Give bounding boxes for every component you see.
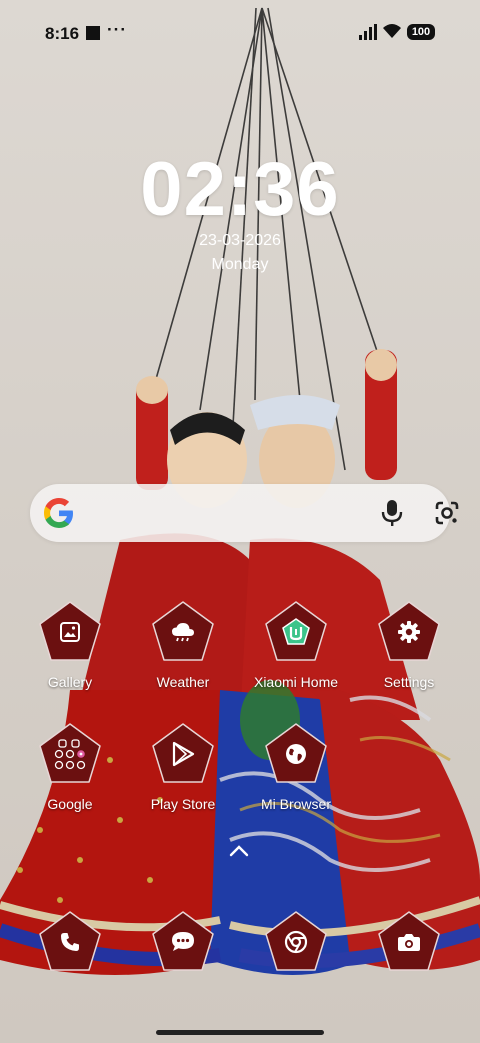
app-label: Xiaomi Home xyxy=(253,674,339,690)
dock-chrome[interactable] xyxy=(246,910,346,974)
weather-icon xyxy=(172,623,194,642)
app-xiaomi-home[interactable]: Xiaomi Home xyxy=(246,600,346,690)
app-label: Settings xyxy=(383,674,435,690)
wifi-icon xyxy=(383,24,401,38)
more-notifications-icon: ··· xyxy=(107,20,127,39)
app-label: Gallery xyxy=(47,674,93,690)
app-label: Weather xyxy=(156,674,210,690)
status-time: 8:16 xyxy=(45,24,80,43)
notification-square-icon xyxy=(86,26,100,40)
app-mi-browser[interactable]: Mi Browser xyxy=(246,722,346,812)
app-gallery[interactable]: Gallery xyxy=(20,600,120,690)
chrome-icon xyxy=(284,930,308,954)
clock-date: 23-03-2026 xyxy=(199,232,281,249)
chevron-up-icon[interactable] xyxy=(228,844,250,858)
globe-icon xyxy=(286,744,306,764)
google-folder-icon xyxy=(54,739,86,770)
app-play-store[interactable]: Play Store xyxy=(133,722,233,812)
clock-time[interactable]: 02:36 xyxy=(0,146,480,233)
google-lens-icon[interactable] xyxy=(434,500,460,526)
xiaomi-home-icon xyxy=(282,618,310,645)
camera-icon xyxy=(398,934,420,951)
gallery-icon xyxy=(60,622,80,642)
settings-icon xyxy=(398,621,420,643)
google-logo-icon xyxy=(44,498,73,528)
status-bar: 8:16 ··· 100 xyxy=(0,0,480,64)
app-google-folder[interactable]: Google xyxy=(20,722,120,812)
app-label: Mi Browser xyxy=(260,796,331,812)
app-weather[interactable]: Weather xyxy=(133,600,233,690)
messages-icon xyxy=(172,932,194,951)
voice-search-icon[interactable] xyxy=(381,499,403,527)
dock-camera[interactable] xyxy=(359,910,459,974)
app-label: Play Store xyxy=(150,796,216,812)
google-search-bar[interactable] xyxy=(30,484,459,542)
dock-phone[interactable] xyxy=(20,910,120,974)
signal-icon xyxy=(359,24,377,40)
app-label: Google xyxy=(47,796,93,812)
clock-day: Monday xyxy=(211,256,269,273)
play-store-icon xyxy=(172,741,195,767)
home-indicator[interactable] xyxy=(156,1030,324,1035)
dock-messages[interactable] xyxy=(133,910,233,974)
battery-indicator: 100 xyxy=(407,24,435,40)
app-settings[interactable]: Settings xyxy=(359,600,459,690)
phone-icon xyxy=(61,933,79,951)
